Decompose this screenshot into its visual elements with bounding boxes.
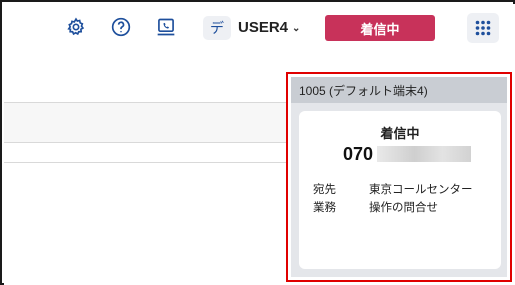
call-status-button[interactable]: 着信中 [325, 15, 435, 41]
caller-number-prefix: 070 [343, 143, 374, 164]
info-key: 宛先 [313, 182, 336, 196]
call-panel-title: 1005 (デフォルト端末4) [291, 77, 507, 103]
info-row-destination: 宛先 東京コールセンター [313, 181, 473, 197]
gear-icon[interactable] [65, 16, 87, 38]
user-name: USER4 [238, 18, 289, 36]
app-window: デ USER4 ⌄ 着信中 1005 (デフォルト端末4) 着信中 070 宛先… [0, 0, 515, 285]
divider [4, 102, 286, 103]
caller-number: 070 [343, 143, 472, 165]
divider [4, 142, 286, 143]
apps-grid-icon[interactable] [467, 13, 499, 43]
table-row[interactable] [4, 102, 286, 142]
info-value: 東京コールセンター [369, 182, 473, 196]
phone-screen-icon[interactable] [155, 16, 177, 38]
chevron-down-icon: ⌄ [292, 22, 301, 34]
call-card[interactable]: 着信中 070 宛先 東京コールセンター 業務 操作の問合せ [299, 111, 501, 269]
call-status-label: 着信中 [380, 127, 420, 142]
info-row-business: 業務 操作の問合せ [313, 199, 438, 215]
user-menu[interactable]: USER4 ⌄ [238, 17, 300, 37]
user-avatar[interactable]: デ [203, 16, 231, 40]
top-bar: デ USER4 ⌄ 着信中 [4, 4, 515, 50]
info-value: 操作の問合せ [369, 200, 438, 214]
help-icon[interactable] [110, 16, 132, 38]
call-panel-body: 着信中 070 宛先 東京コールセンター 業務 操作の問合せ [291, 103, 507, 277]
redacted-number [377, 146, 472, 162]
divider [4, 162, 286, 163]
incoming-call-panel: 1005 (デフォルト端末4) 着信中 070 宛先 東京コールセンター 業務 … [286, 72, 512, 282]
info-key: 業務 [313, 200, 336, 214]
